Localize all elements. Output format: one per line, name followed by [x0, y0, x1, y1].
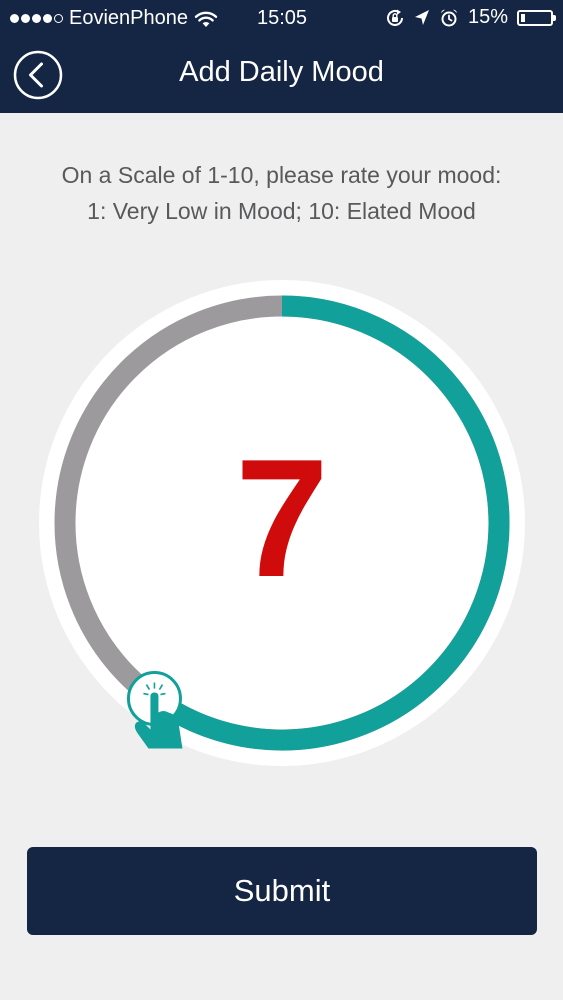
- mood-value: 7: [235, 424, 329, 612]
- battery-level-fill: [521, 13, 525, 22]
- rotation-lock-icon: [386, 9, 403, 26]
- nav-bar: Add Daily Mood: [0, 38, 563, 113]
- mood-dial[interactable]: 7: [37, 278, 527, 768]
- instruction-line-scale: On a Scale of 1-10, please rate your moo…: [61, 162, 502, 188]
- alarm-icon: [440, 9, 457, 26]
- dial-handle[interactable]: [126, 671, 183, 749]
- signal-dot: [10, 14, 19, 23]
- battery-percent: 15%: [467, 6, 508, 28]
- status-bar: EovienPhone 15:05 15%: [0, 0, 563, 38]
- submit-label: Submit: [233, 873, 331, 908]
- signal-dot: [54, 14, 63, 23]
- signal-dot: [43, 14, 52, 23]
- carrier-name: EovienPhone: [69, 7, 188, 29]
- instruction-line-legend: 1: Very Low in Mood; 10: Elated Mood: [87, 198, 476, 224]
- submit-button[interactable]: Submit: [27, 847, 537, 935]
- status-right: 15%: [385, 6, 556, 29]
- battery-icon: [517, 9, 556, 26]
- wifi-icon: [194, 11, 218, 27]
- signal-dot: [32, 14, 41, 23]
- status-time: 15:05: [257, 7, 308, 29]
- status-left: EovienPhone: [10, 7, 218, 30]
- signal-dot: [21, 14, 30, 23]
- page-title: Add Daily Mood: [179, 56, 384, 88]
- rating-instructions: On a Scale of 1-10, please rate your moo…: [0, 157, 563, 229]
- add-daily-mood-screen: EovienPhone 15:05 15% Add Daily Mood On …: [0, 0, 563, 1000]
- header: EovienPhone 15:05 15% Add Daily Mood: [0, 0, 563, 113]
- location-arrow-icon: [414, 9, 429, 25]
- signal-strength-icon: [10, 14, 63, 23]
